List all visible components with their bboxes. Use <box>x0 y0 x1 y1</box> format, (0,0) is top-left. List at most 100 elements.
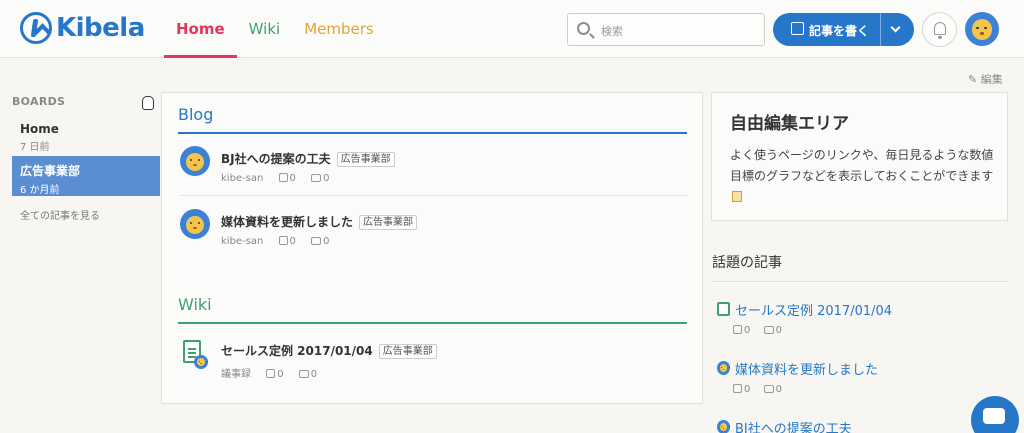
wiki-heading[interactable]: Wiki <box>178 295 212 314</box>
all-articles-link[interactable]: 全ての記事を見る <box>20 207 100 222</box>
comments-value: 0 <box>775 384 782 395</box>
main-nav: Home Wiki Members <box>164 0 386 58</box>
board-tag[interactable]: 広告事業部 <box>336 152 395 167</box>
comment-icon <box>311 237 322 245</box>
popular-item-title[interactable]: BJ社への提案の工夫 <box>735 418 852 433</box>
popular-item-title[interactable]: セールス定例 2017/01/04 <box>735 300 892 319</box>
board-time: 6 か月前 <box>20 185 60 196</box>
chat-support-button[interactable] <box>971 396 1019 433</box>
pencil-icon <box>791 22 804 35</box>
comments-count: 0 <box>311 173 329 184</box>
edit-link[interactable]: ✎ 編集 <box>968 71 1003 87</box>
lion-face-icon <box>186 215 204 234</box>
post-divider <box>180 195 688 196</box>
likes-value: 0 <box>289 236 296 247</box>
comments-value: 0 <box>775 325 782 336</box>
comment-icon <box>763 385 774 393</box>
likes-value: 0 <box>744 384 751 395</box>
nav-wiki[interactable]: Wiki <box>237 0 293 58</box>
lion-face-icon <box>186 152 204 171</box>
likes-count: 0 <box>278 236 296 247</box>
comment-icon <box>298 370 309 378</box>
write-article-button[interactable]: 記事を書く <box>773 13 914 46</box>
comment-icon <box>763 326 774 334</box>
comments-count: 0 <box>298 369 318 380</box>
post-title[interactable]: BJ社への提案の工夫 広告事業部 <box>221 150 395 167</box>
likes-count: 0 <box>278 173 296 184</box>
sidebar-item-home[interactable]: Home 7 日前 <box>12 116 160 156</box>
kibela-logo[interactable]: Kibela <box>20 12 145 44</box>
post-meta: kibe-san 0 0 <box>221 173 329 184</box>
app-name: Kibela <box>56 13 145 43</box>
comments-value: 0 <box>310 369 318 380</box>
like-icon <box>278 236 288 245</box>
bell-icon <box>934 22 946 39</box>
popular-divider <box>712 281 1008 282</box>
free-area-text: よく使うページのリンクや、毎日見るような数値目標のグラフなどを表示しておくことが… <box>730 148 994 183</box>
wiki-divider <box>178 322 687 324</box>
author-avatar <box>180 209 210 239</box>
likes-value: 0 <box>277 369 284 380</box>
nav-home[interactable]: Home <box>164 0 237 58</box>
likes-count: 0 <box>266 369 284 380</box>
user-avatar[interactable] <box>965 12 999 46</box>
author-avatar <box>194 355 208 369</box>
comments-value: 0 <box>323 236 330 247</box>
likes-count: 0 <box>733 325 750 336</box>
nav-members[interactable]: Members <box>292 0 386 58</box>
list-item[interactable]: 媒体資料を更新しました 広告事業部 kibe-san 0 0 <box>180 209 688 265</box>
post-title[interactable]: セールス定例 2017/01/04 広告事業部 <box>221 342 437 359</box>
free-area-title: 自由編集エリア <box>730 114 849 134</box>
popular-heading: 話題の記事 <box>712 255 782 271</box>
comment-icon <box>311 174 322 182</box>
chevron-down-icon[interactable] <box>890 22 901 33</box>
boards-heading: BOARDS <box>12 95 66 108</box>
free-edit-area: 自由編集エリア よく使うページのリンクや、毎日見るような数値目標のグラフなどを表… <box>711 92 1008 221</box>
like-icon <box>733 325 742 334</box>
header: Kibela Home Wiki Members 検索 記事を書く <box>0 0 1024 58</box>
document-icon <box>717 302 730 316</box>
lion-face-icon <box>719 364 728 373</box>
popular-item-meta: 0 0 <box>733 384 782 395</box>
sidebar-item-ad-division[interactable]: 広告事業部 6 か月前 <box>12 156 160 196</box>
list-item[interactable]: セールス定例 2017/01/04 広告事業部 議事録 0 0 <box>180 338 688 394</box>
post-meta: 議事録 0 0 <box>221 365 317 380</box>
post-title[interactable]: 媒体資料を更新しました 広告事業部 <box>221 213 418 230</box>
board-tag[interactable]: 広告事業部 <box>378 344 437 359</box>
popular-item-meta: 0 0 <box>733 325 782 336</box>
folder-name: 議事録 <box>221 369 251 380</box>
pointer-hand-icon <box>142 96 154 110</box>
search-icon <box>577 22 590 35</box>
author-avatar <box>180 146 210 176</box>
author-name: kibe-san <box>221 173 264 184</box>
like-icon <box>266 369 276 378</box>
likes-value: 0 <box>289 173 296 184</box>
comments-count: 0 <box>763 384 782 395</box>
lion-face-icon <box>196 358 206 367</box>
blog-heading[interactable]: Blog <box>178 105 213 124</box>
wiki-document-icon <box>180 338 208 369</box>
board-tag[interactable]: 広告事業部 <box>359 215 418 230</box>
likes-count: 0 <box>733 384 750 395</box>
free-area-body: よく使うページのリンクや、毎日見るような数値目標のグラフなどを表示しておくことが… <box>730 145 998 208</box>
notifications-button[interactable] <box>922 12 957 47</box>
search-placeholder: 検索 <box>601 25 623 38</box>
board-time: 7 日前 <box>20 142 50 153</box>
lion-face-icon <box>971 19 993 40</box>
blog-divider <box>178 132 687 134</box>
search-input[interactable]: 検索 <box>567 13 765 46</box>
chat-icon <box>983 408 1005 424</box>
comments-count: 0 <box>763 325 782 336</box>
post-title-text: セールス定例 2017/01/04 <box>221 344 373 358</box>
author-avatar <box>717 420 730 433</box>
popular-item-title[interactable]: 媒体資料を更新しました <box>735 359 878 378</box>
write-article-label: 記事を書く <box>809 24 870 38</box>
comments-count: 0 <box>311 236 329 247</box>
list-item[interactable]: BJ社への提案の工夫 広告事業部 kibe-san 0 0 <box>180 146 688 202</box>
memo-icon <box>732 191 742 202</box>
like-icon <box>733 384 742 393</box>
post-title-text: 媒体資料を更新しました <box>221 215 354 229</box>
edit-label: 編集 <box>980 73 1003 86</box>
board-name: Home <box>20 122 59 136</box>
lion-face-icon <box>719 423 728 432</box>
